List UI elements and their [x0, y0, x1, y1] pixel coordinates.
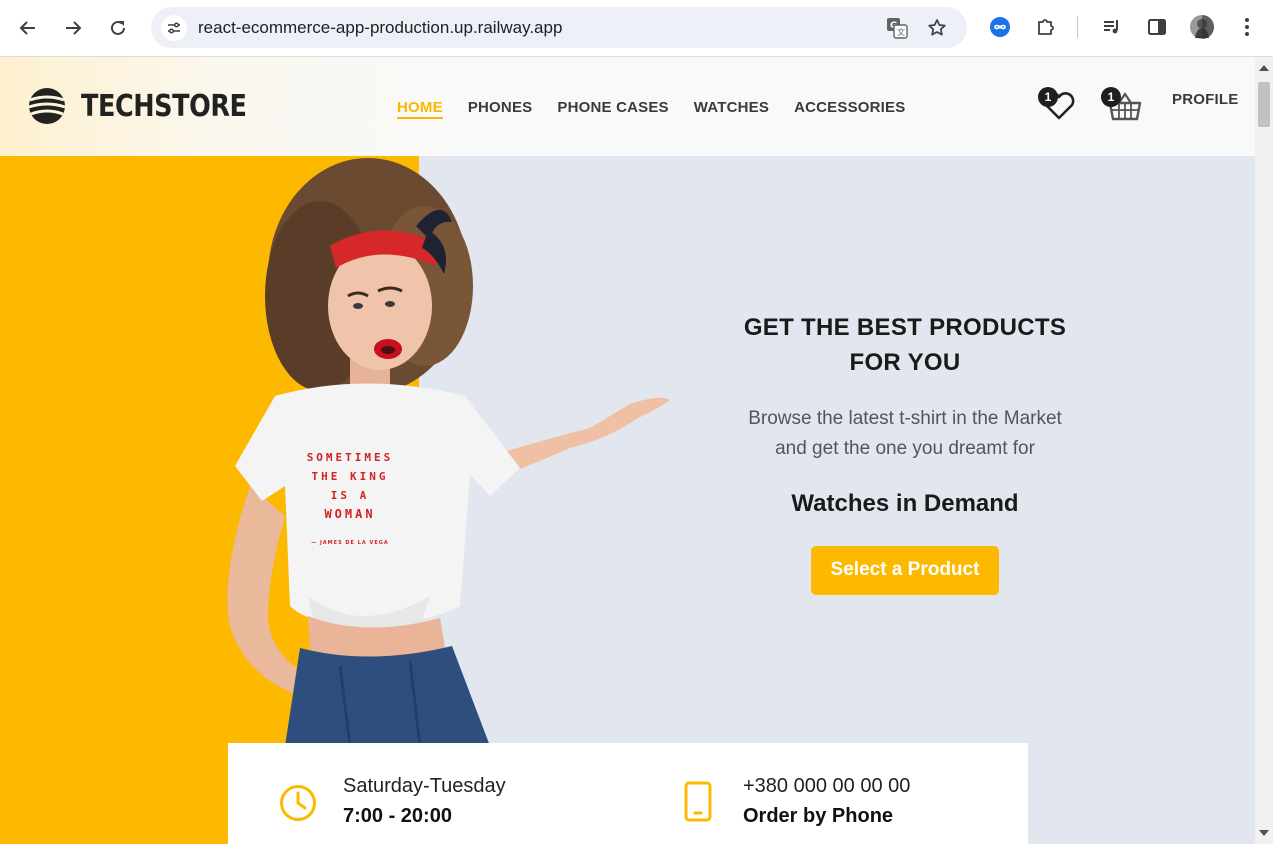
reload-icon[interactable] — [102, 12, 134, 44]
kebab-menu-icon[interactable] — [1234, 14, 1260, 40]
cart-count-badge: 1 — [1101, 87, 1121, 107]
back-arrow-icon[interactable] — [12, 12, 44, 44]
toolbar-separator — [1077, 16, 1078, 38]
url-text[interactable]: react-ecommerce-app-production.up.railwa… — [198, 18, 562, 38]
hero-copy: GET THE BEST PRODUCTS FOR YOU Browse the… — [705, 310, 1105, 595]
forward-arrow-icon[interactable] — [57, 12, 89, 44]
nav-link-home[interactable]: HOME — [397, 99, 443, 119]
browser-toolbar: react-ecommerce-app-production.up.railwa… — [0, 0, 1273, 57]
site-settings-icon[interactable] — [161, 15, 187, 41]
svg-text:文: 文 — [897, 27, 905, 37]
nav-link-phones[interactable]: PHONES — [468, 99, 533, 119]
nav-link-phone-cases[interactable]: PHONE CASES — [557, 99, 668, 119]
profile-link[interactable]: PROFILE — [1172, 91, 1238, 108]
media-queue-icon[interactable] — [1099, 14, 1125, 40]
clock-icon — [280, 785, 316, 821]
translate-icon[interactable]: G文 — [885, 16, 909, 40]
extensions-puzzle-icon[interactable] — [1033, 14, 1059, 40]
hours-time: 7:00 - 20:00 — [343, 805, 452, 827]
phone-number[interactable]: +380 000 00 00 00 — [743, 775, 910, 798]
hero-title-line-1: GET THE BEST PRODUCTS — [743, 314, 1067, 341]
logo-text: TECHSTORE — [81, 88, 247, 124]
order-by-phone-label: Order by Phone — [743, 805, 894, 827]
phone-icon — [684, 781, 712, 822]
info-card: Saturday-Tuesday 7:00 - 20:00 +380 000 0… — [228, 743, 1028, 844]
page-scrollbar[interactable] — [1255, 57, 1273, 844]
select-product-button[interactable]: Select a Product — [810, 546, 1000, 595]
main-nav: HOME PHONES PHONE CASES WATCHES ACCESSOR… — [397, 99, 930, 119]
address-bar[interactable]: react-ecommerce-app-production.up.railwa… — [151, 7, 967, 48]
hero-model-image: SOMETIMES THE KING IS A WOMAN — JAMES DE… — [227, 158, 670, 746]
extension-infinity-icon[interactable] — [987, 14, 1013, 40]
shirt-print-line-3: IS A — [331, 489, 370, 502]
profile-avatar-icon[interactable] — [1189, 14, 1215, 40]
hero-title-line-2: FOR YOU — [849, 349, 961, 376]
side-panel-icon[interactable] — [1144, 14, 1170, 40]
scroll-thumb[interactable] — [1258, 82, 1270, 127]
shirt-print-credit: — JAMES DE LA VEGA — [311, 540, 389, 546]
shirt-print-line-2: THE KING — [312, 470, 389, 483]
logo[interactable]: TECHSTORE — [28, 87, 276, 125]
scroll-up-arrow-icon[interactable] — [1259, 65, 1269, 71]
site-header: TECHSTORE HOME PHONES PHONE CASES WATCHE… — [0, 57, 1255, 156]
shirt-print-line-4: WOMAN — [324, 507, 375, 521]
hero-title: GET THE BEST PRODUCTS FOR YOU — [705, 310, 1105, 380]
wishlist-count-badge: 1 — [1038, 87, 1058, 107]
hours-days: Saturday-Tuesday — [343, 775, 506, 797]
hero-subtitle: Browse the latest t-shirt in the Market … — [748, 408, 1062, 459]
hero-demand-heading: Watches in Demand — [791, 490, 1019, 517]
cart-button[interactable]: 1 — [1101, 87, 1142, 128]
scroll-down-arrow-icon[interactable] — [1259, 830, 1269, 836]
logo-globe-icon — [28, 88, 66, 124]
wishlist-button[interactable]: 1 — [1038, 87, 1076, 126]
shirt-print-line-1: SOMETIMES — [307, 451, 394, 464]
nav-link-accessories[interactable]: ACCESSORIES — [794, 99, 905, 119]
page-viewport: TECHSTORE HOME PHONES PHONE CASES WATCHE… — [0, 57, 1255, 844]
bookmark-star-icon[interactable] — [925, 16, 949, 40]
nav-link-watches[interactable]: WATCHES — [694, 99, 769, 119]
